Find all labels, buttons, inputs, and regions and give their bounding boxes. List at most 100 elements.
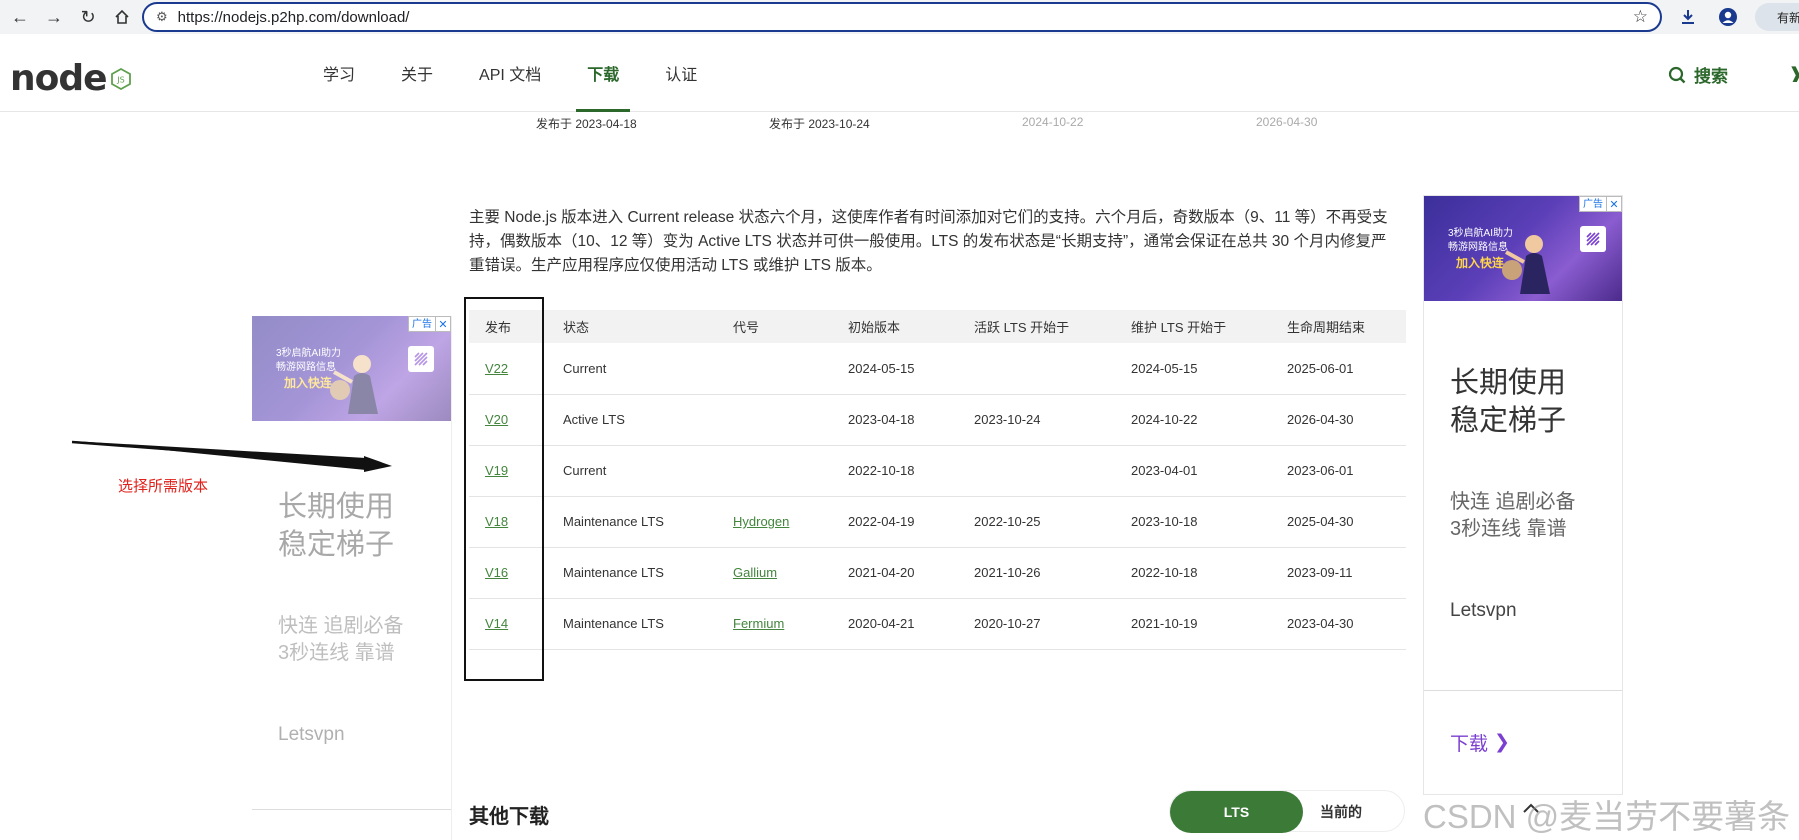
initial-cell: 2022-04-19 — [832, 496, 958, 548]
annotation-highlight-box — [464, 297, 544, 681]
active-cell — [958, 445, 1115, 497]
release-table: 发布 状态 代号 初始版本 活跃 LTS 开始于 维护 LTS 开始于 生命周期… — [469, 310, 1406, 650]
nav-certification[interactable]: 认证 — [642, 34, 720, 112]
table-row: V14 Maintenance LTS Fermium 2020-04-21 2… — [469, 598, 1406, 650]
ad-badge: 广告 ✕ — [1579, 196, 1622, 212]
eol-cell: 2025-06-01 — [1271, 343, 1406, 395]
ad-title: 长期使用 — [278, 491, 395, 523]
schedule-date: 2024-10-22 — [1022, 115, 1084, 129]
eol-cell: 2023-09-11 — [1271, 547, 1406, 599]
download-icon — [1682, 10, 1694, 24]
eol-cell: 2025-04-30 — [1271, 496, 1406, 548]
active-cell — [958, 343, 1115, 395]
search-icon — [1668, 66, 1686, 83]
ad-badge: 广告 ✕ — [408, 316, 451, 332]
schedule-date: 发布于 2023-10-24 — [769, 117, 870, 131]
release-type-toggle: LTS 当前的 — [1169, 790, 1405, 833]
ad-title: 稳定梯子 — [278, 529, 395, 561]
avatar-icon — [1719, 8, 1737, 26]
toggle-current-button[interactable]: 当前的 — [1320, 791, 1362, 833]
other-downloads-title: 其他下载 — [469, 806, 549, 828]
table-row: V20 Active LTS 2023-04-18 2023-10-24 202… — [469, 394, 1406, 446]
eol-cell: 2023-04-30 — [1271, 598, 1406, 650]
codename-cell — [717, 445, 832, 497]
col-eol: 生命周期结束 — [1271, 310, 1406, 343]
forward-button[interactable]: → — [40, 3, 68, 31]
browser-toolbar: ← → ↻ ⚙ https://nodejs.p2hp.com/download… — [0, 0, 1799, 34]
reload-icon: ↻ — [80, 6, 96, 27]
active-cell: 2022-10-25 — [958, 496, 1115, 548]
codename-link-hydrogen[interactable]: Hydrogen — [733, 514, 789, 529]
ad-title: 长期使用 — [1450, 367, 1567, 399]
ad-download-link[interactable]: 下载 ❯ — [1450, 729, 1510, 756]
home-icon — [115, 9, 129, 24]
initial-cell: 2021-04-20 — [832, 547, 958, 599]
maintenance-cell: 2023-04-01 — [1115, 445, 1271, 497]
maintenance-cell: 2024-05-15 — [1115, 343, 1271, 395]
table-row: V22 Current 2024-05-15 2024-05-15 2025-0… — [469, 343, 1406, 395]
ad-brand: Letsvpn — [1450, 600, 1517, 621]
schedule-date: 2026-04-30 — [1256, 115, 1318, 129]
nav-api-docs[interactable]: API 文档 — [456, 34, 564, 112]
ad-title: 稳定梯子 — [1450, 405, 1567, 437]
active-cell: 2021-10-26 — [958, 547, 1115, 599]
reload-button[interactable]: ↻ — [74, 3, 102, 31]
status-cell: Current — [547, 343, 717, 395]
table-row: V18 Maintenance LTS Hydrogen 2022-04-19 … — [469, 496, 1406, 548]
initial-cell: 2023-04-18 — [832, 394, 958, 446]
table-row: V16 Maintenance LTS Gallium 2021-04-20 2… — [469, 547, 1406, 599]
profile-button[interactable] — [1715, 4, 1741, 30]
nodejs-logo[interactable]: node JS — [10, 58, 131, 99]
ad-subtitle: 3秒连线 靠谱 — [278, 642, 395, 664]
status-cell: Maintenance LTS — [547, 598, 717, 650]
initial-cell: 2024-05-15 — [832, 343, 958, 395]
address-bar[interactable]: ⚙ https://nodejs.p2hp.com/download/ ☆ — [142, 2, 1662, 32]
theme-toggle-icon[interactable]: ❱ — [1788, 64, 1799, 82]
release-intro: 主要 Node.js 版本进入 Current release 状态六个月，这使… — [469, 209, 1388, 274]
logo-text: node — [10, 58, 108, 99]
ad-brand: Letsvpn — [278, 724, 345, 745]
ad-download-label: 下载 — [1450, 734, 1489, 755]
update-button[interactable]: 有新版 — [1755, 3, 1799, 31]
codename-link-gallium[interactable]: Gallium — [733, 565, 777, 580]
active-cell: 2023-10-24 — [958, 394, 1115, 446]
maintenance-cell: 2022-10-18 — [1115, 547, 1271, 599]
status-cell: Active LTS — [547, 394, 717, 446]
status-cell: Maintenance LTS — [547, 547, 717, 599]
codename-cell — [717, 343, 832, 395]
eol-cell: 2026-04-30 — [1271, 394, 1406, 446]
nav-about[interactable]: 关于 — [378, 34, 456, 112]
search-button[interactable]: 搜索 — [1668, 62, 1728, 87]
csdn-watermark: CSDN @麦当劳不要薯条 — [1423, 798, 1791, 835]
url-text: https://nodejs.p2hp.com/download/ — [177, 8, 410, 26]
nav-learn[interactable]: 学习 — [300, 34, 378, 112]
nav-download[interactable]: 下载 — [564, 34, 642, 112]
ad-close-icon[interactable]: ✕ — [1607, 196, 1622, 212]
bookmark-star-icon[interactable]: ☆ — [1633, 7, 1648, 27]
main-nav: 学习 关于 API 文档 下载 认证 — [300, 34, 720, 112]
maintenance-cell: 2024-10-22 — [1115, 394, 1271, 446]
col-codename: 代号 — [717, 310, 832, 343]
initial-cell: 2020-04-21 — [832, 598, 958, 650]
ad-figure-icon — [1502, 235, 1550, 294]
ad-divider — [252, 809, 451, 810]
eol-cell: 2023-06-01 — [1271, 445, 1406, 497]
left-ad[interactable]: 3秒启航AI助力 畅游网路信息 加入快连 广告 ✕ 长期使用 稳定梯子 快连 追剧… — [252, 316, 452, 840]
downloads-button[interactable] — [1675, 4, 1701, 30]
col-status: 状态 — [547, 310, 717, 343]
maintenance-cell: 2021-10-19 — [1115, 598, 1271, 650]
arrow-left-icon: ← — [11, 6, 29, 27]
site-header: node JS 学习 关于 API 文档 下载 认证 搜索 ❱ — [0, 34, 1799, 112]
active-cell: 2020-10-27 — [958, 598, 1115, 650]
right-ad[interactable]: 3秒启航AI助力 畅游网路信息 加入快连 广告 ✕ 长期使用 稳定梯子 快连 追剧… — [1423, 195, 1623, 795]
toggle-lts-button[interactable]: LTS — [1170, 791, 1303, 833]
codename-link-fermium[interactable]: Fermium — [733, 616, 784, 631]
ad-close-icon[interactable]: ✕ — [436, 316, 451, 332]
ad-logo-icon — [408, 346, 434, 372]
js-hexagon-icon: JS — [110, 67, 131, 90]
chevron-right-icon: ❯ — [1494, 732, 1510, 753]
home-button[interactable] — [108, 3, 136, 31]
site-info-icon[interactable]: ⚙ — [156, 9, 168, 25]
codename-cell — [717, 394, 832, 446]
back-button[interactable]: ← — [6, 3, 34, 31]
